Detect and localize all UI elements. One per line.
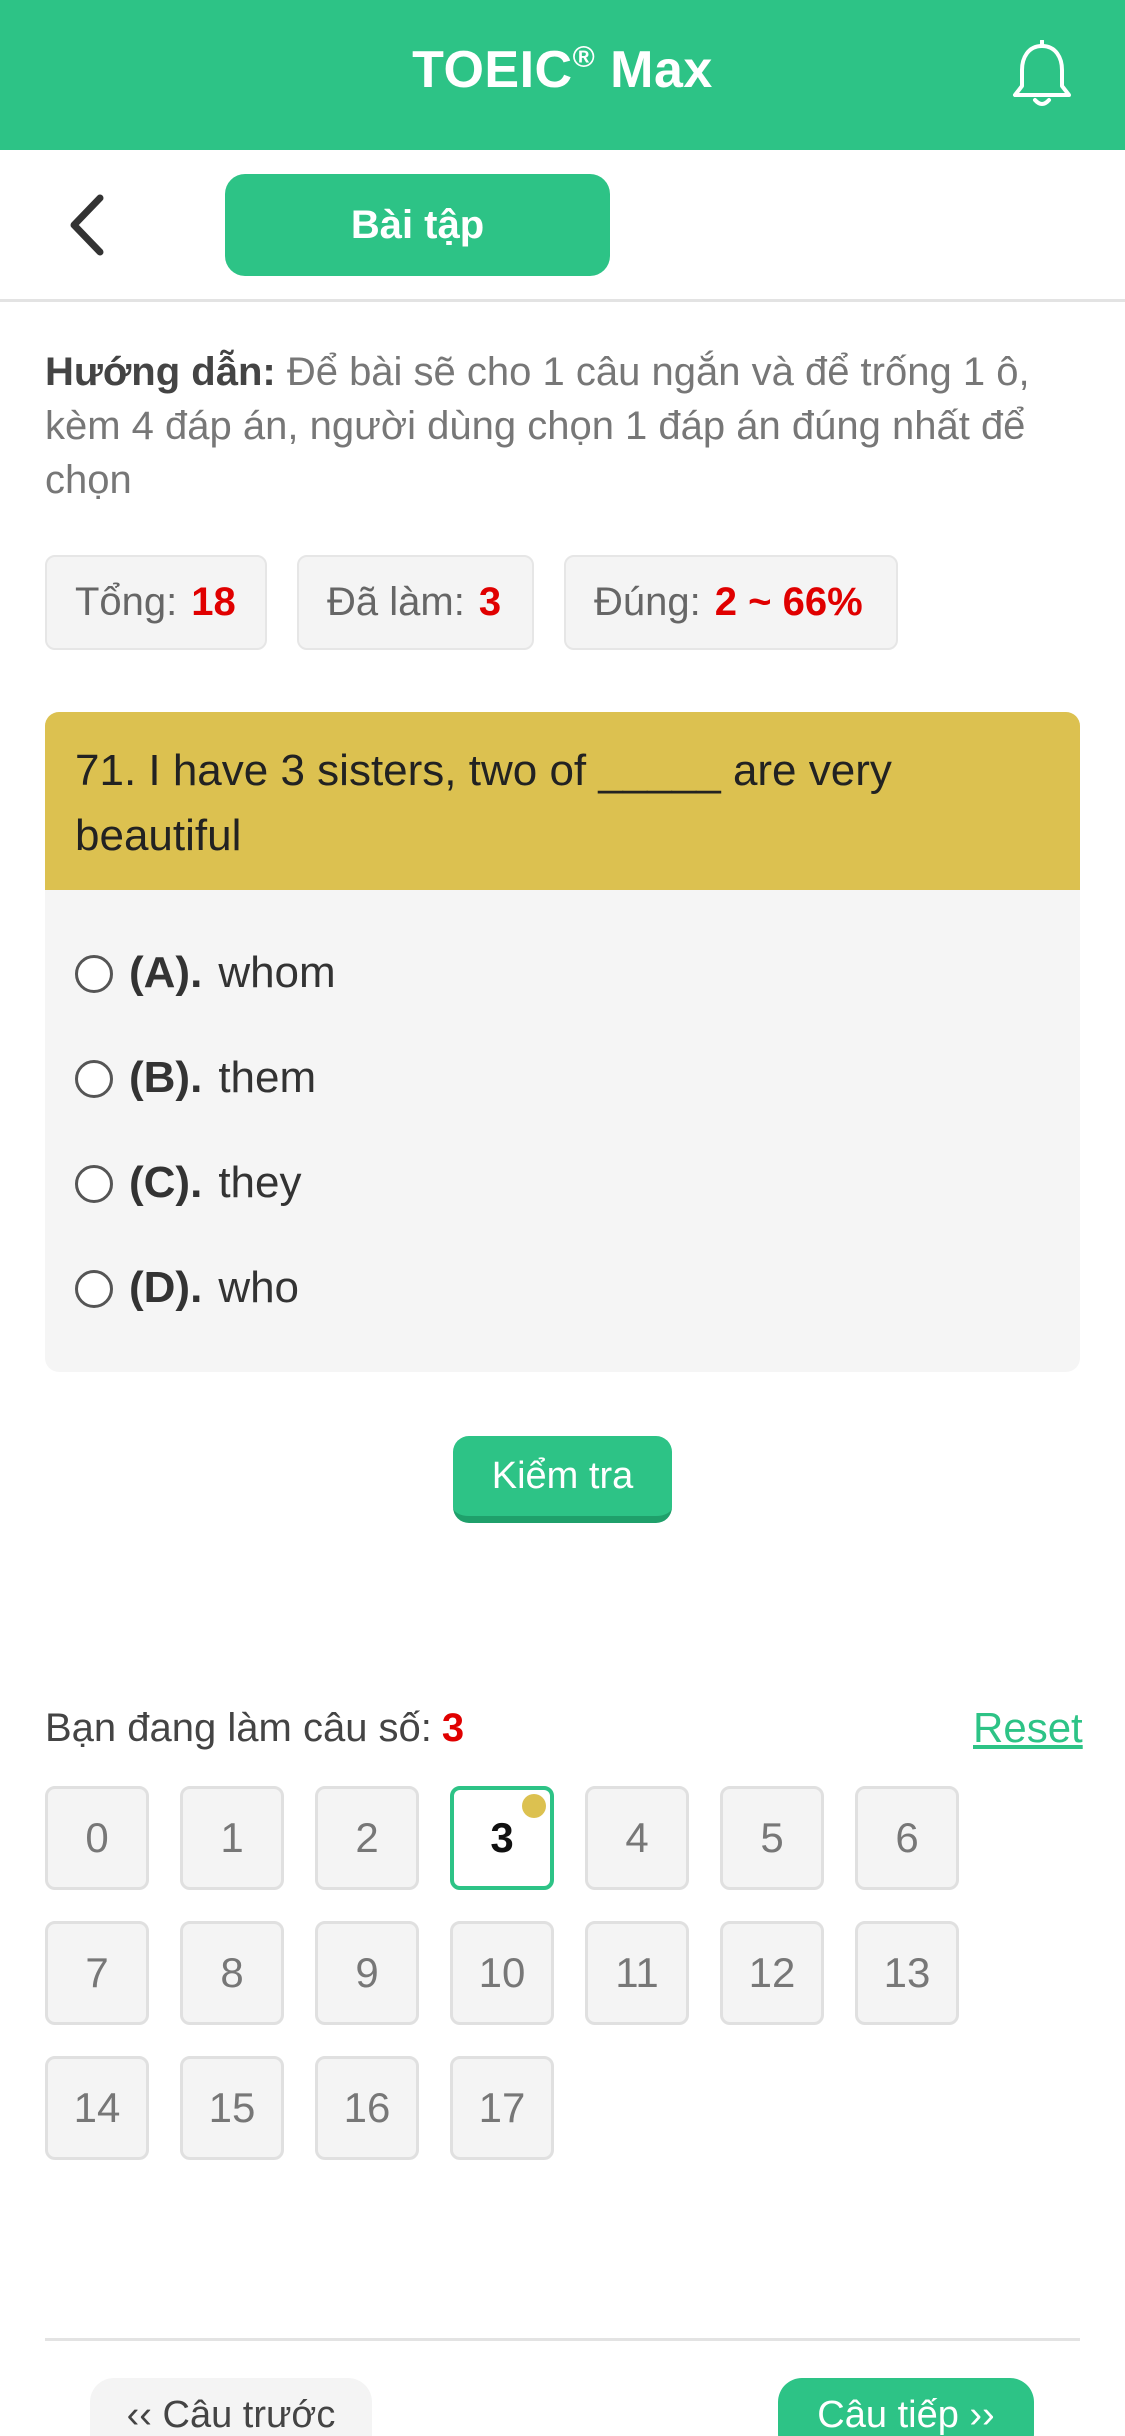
option-text: they bbox=[218, 1158, 302, 1207]
instructions: Hướng dẫn: Để bài sẽ cho 1 câu ngắn và đ… bbox=[45, 345, 1085, 507]
question-number-label: 16 bbox=[343, 2084, 391, 2131]
question-number-5[interactable]: 5 bbox=[720, 1786, 824, 1890]
option-key: (B). bbox=[129, 1053, 203, 1102]
radio-button[interactable] bbox=[75, 1060, 113, 1098]
stat-correct: Đúng: 2 ~ 66% bbox=[564, 555, 898, 650]
option-a[interactable]: (A). whom bbox=[75, 938, 336, 1008]
question-number-label: 8 bbox=[220, 1949, 244, 1996]
question-number-7[interactable]: 7 bbox=[45, 1921, 149, 2025]
stat-done-label: Đã làm: bbox=[327, 580, 465, 624]
question-number-2[interactable]: 2 bbox=[315, 1786, 419, 1890]
current-question-indicator: Bạn đang làm câu số: 3 bbox=[45, 1700, 464, 1756]
question-number-label: 0 bbox=[85, 1814, 109, 1861]
question-number-6[interactable]: 6 bbox=[855, 1786, 959, 1890]
question-number-12[interactable]: 12 bbox=[720, 1921, 824, 2025]
question-number-label: 17 bbox=[478, 2084, 526, 2131]
sub-navigation-bar: Bài tập bbox=[0, 150, 1125, 302]
question-number-3[interactable]: 3 bbox=[450, 1786, 554, 1890]
radio-button[interactable] bbox=[75, 955, 113, 993]
option-c[interactable]: (C). they bbox=[75, 1148, 301, 1218]
question-number-label: 2 bbox=[355, 1814, 379, 1861]
question-number-label: 6 bbox=[895, 1814, 919, 1861]
current-question-label: Bạn đang làm câu số: bbox=[45, 1706, 432, 1750]
app-title: TOEIC® Max bbox=[0, 40, 1125, 100]
option-d[interactable]: (D). who bbox=[75, 1253, 299, 1323]
stat-correct-label: Đúng: bbox=[594, 580, 701, 624]
question-number-10[interactable]: 10 bbox=[450, 1921, 554, 2025]
question-number-label: 4 bbox=[625, 1814, 649, 1861]
radio-button[interactable] bbox=[75, 1165, 113, 1203]
option-text: who bbox=[218, 1263, 300, 1312]
next-question-button[interactable]: Câu tiếp ›› bbox=[778, 2378, 1034, 2436]
question-number-15[interactable]: 15 bbox=[180, 2056, 284, 2160]
question-number-11[interactable]: 11 bbox=[585, 1921, 689, 2025]
option-text: them bbox=[218, 1053, 317, 1102]
question-number-1[interactable]: 1 bbox=[180, 1786, 284, 1890]
chevron-left-icon[interactable] bbox=[62, 190, 112, 260]
stat-correct-value: 2 ~ 66% bbox=[714, 580, 863, 624]
radio-button[interactable] bbox=[75, 1270, 113, 1308]
app-title-text: TOEIC bbox=[412, 41, 573, 99]
check-answer-button[interactable]: Kiểm tra bbox=[453, 1436, 672, 1523]
question-number-label: 15 bbox=[208, 2084, 256, 2131]
stat-done: Đã làm: 3 bbox=[297, 555, 534, 650]
question-number-label: 11 bbox=[615, 1949, 659, 1996]
question-number-label: 12 bbox=[748, 1949, 796, 1996]
app-title-suffix: Max bbox=[595, 41, 713, 99]
question-number-label: 1 bbox=[220, 1814, 244, 1861]
question-number-13[interactable]: 13 bbox=[855, 1921, 959, 2025]
previous-question-button[interactable]: ‹‹ Câu trước bbox=[90, 2378, 372, 2436]
question-number-label: 5 bbox=[760, 1814, 784, 1861]
question-number-label: 7 bbox=[85, 1949, 109, 1996]
question-number-16[interactable]: 16 bbox=[315, 2056, 419, 2160]
question-number-label: 9 bbox=[355, 1949, 379, 1996]
option-b[interactable]: (B). them bbox=[75, 1043, 316, 1113]
divider bbox=[45, 2338, 1080, 2341]
question-number-9[interactable]: 9 bbox=[315, 1921, 419, 2025]
app-header: TOEIC® Max bbox=[0, 0, 1125, 150]
question-number-0[interactable]: 0 bbox=[45, 1786, 149, 1890]
instructions-label: Hướng dẫn: bbox=[45, 350, 276, 394]
question-number-14[interactable]: 14 bbox=[45, 2056, 149, 2160]
option-key: (C). bbox=[129, 1158, 203, 1207]
question-card: 71. I have 3 sisters, two of _____ are v… bbox=[45, 712, 1080, 1372]
question-number-8[interactable]: 8 bbox=[180, 1921, 284, 2025]
registered-mark: ® bbox=[572, 41, 596, 74]
current-question-number: 3 bbox=[441, 1706, 465, 1750]
option-key: (A). bbox=[129, 948, 203, 997]
question-number-label: 13 bbox=[883, 1949, 931, 1996]
stat-total: Tổng: 18 bbox=[45, 555, 267, 650]
current-marker-dot bbox=[522, 1794, 546, 1818]
reset-link[interactable]: Reset bbox=[973, 1700, 1083, 1756]
question-number-label: 3 bbox=[490, 1814, 514, 1861]
stat-total-value: 18 bbox=[191, 580, 236, 624]
question-number-label: 10 bbox=[478, 1949, 526, 1996]
question-number-4[interactable]: 4 bbox=[585, 1786, 689, 1890]
question-number-label: 14 bbox=[73, 2084, 121, 2131]
option-key: (D). bbox=[129, 1263, 203, 1312]
stat-done-value: 3 bbox=[478, 580, 502, 624]
option-text: whom bbox=[218, 948, 336, 997]
bell-icon[interactable] bbox=[1010, 40, 1074, 110]
stat-total-label: Tổng: bbox=[75, 580, 178, 624]
tab-exercise-button[interactable]: Bài tập bbox=[225, 174, 610, 276]
question-text: 71. I have 3 sisters, two of _____ are v… bbox=[45, 712, 1080, 890]
question-number-17[interactable]: 17 bbox=[450, 2056, 554, 2160]
